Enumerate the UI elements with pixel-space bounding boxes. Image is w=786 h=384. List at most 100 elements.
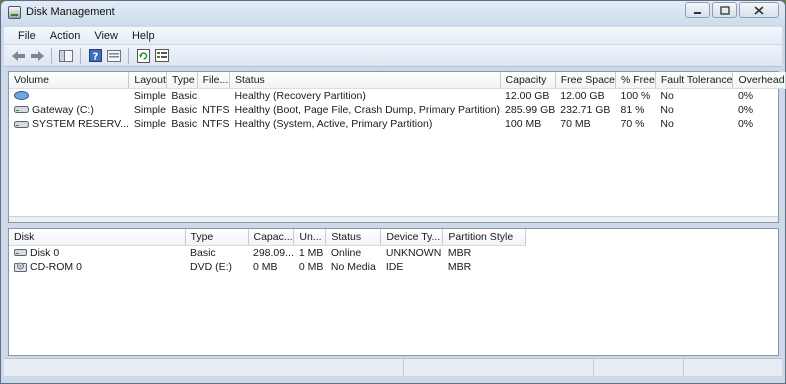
column-header-file-system[interactable]: File... — [197, 72, 231, 89]
volume-file-system: NTFS — [202, 103, 230, 116]
horizontal-scrollbar[interactable] — [9, 216, 778, 222]
volume-overhead: 0% — [737, 89, 754, 102]
disk-capacity: 298.09... — [253, 246, 294, 259]
cd-rom-icon — [14, 262, 27, 272]
drive-icon — [14, 106, 29, 114]
volume-file-system: NTFS — [202, 118, 230, 131]
volume-type: Basic — [171, 89, 198, 102]
maximize-button[interactable] — [712, 2, 737, 18]
disk-list-panel: Disk Type Capac... Un... Status Device T… — [8, 228, 779, 356]
column-header-layout[interactable]: Layout — [128, 72, 167, 89]
minimize-button[interactable] — [685, 2, 710, 18]
disk-management-app-icon — [8, 6, 21, 19]
disk-capacity: 0 MB — [253, 260, 278, 273]
volume-name: SYSTEM RESERV... — [32, 118, 129, 131]
console-tree-button[interactable] — [58, 48, 74, 64]
volume-blue-icon — [14, 91, 29, 101]
maximize-icon — [719, 5, 730, 15]
toolbar-separator — [128, 47, 129, 64]
status-bar-pane — [404, 359, 594, 376]
column-header-percent-free[interactable]: % Free — [615, 72, 656, 89]
column-header-disk[interactable]: Disk — [9, 229, 186, 246]
toolbar: ? — [4, 45, 782, 67]
svg-text:?: ? — [92, 52, 98, 63]
volume-row-gateway-c[interactable]: Gateway (C:) Simple Basic NTFS Healthy (… — [9, 103, 785, 118]
column-header-overhead[interactable]: Overhead — [732, 72, 786, 89]
column-header-volume[interactable]: Volume — [9, 72, 130, 89]
volume-percent-free: 70 % — [620, 118, 645, 131]
volume-table-header: Volume Layout Type File... Status Capaci… — [9, 72, 786, 89]
disk-partition-style: MBR — [447, 260, 472, 273]
title-bar[interactable]: Disk Management — [1, 1, 785, 25]
volume-status: Healthy (Boot, Page File, Crash Dump, Pr… — [234, 103, 501, 116]
volume-capacity: 100 MB — [505, 118, 542, 131]
back-button[interactable] — [10, 48, 26, 64]
refresh-button[interactable] — [135, 48, 151, 64]
export-list-button[interactable] — [154, 48, 170, 64]
column-header-status[interactable]: Status — [229, 72, 501, 89]
volume-capacity: 285.99 GB — [505, 103, 556, 116]
column-header-unallocated[interactable]: Un... — [293, 229, 327, 246]
menu-file[interactable]: File — [11, 30, 43, 42]
disk-status: No Media — [330, 260, 376, 273]
help-button[interactable]: ? — [87, 48, 103, 64]
status-bar-pane — [4, 359, 404, 376]
volume-table: Volume Layout Type File... Status Capaci… — [9, 72, 786, 132]
disk-icon — [14, 249, 27, 257]
column-header-fault-tolerance[interactable]: Fault Tolerance — [655, 72, 734, 89]
volume-row-system-reserved[interactable]: SYSTEM RESERV... Simple Basic NTFS Healt… — [9, 117, 785, 132]
disk-type: DVD (E:) — [190, 260, 232, 273]
back-icon — [11, 50, 25, 61]
disk-type: Basic — [190, 246, 216, 259]
volume-free-space: 70 MB — [560, 118, 591, 131]
volume-status: Healthy (System, Active, Primary Partiti… — [234, 118, 433, 131]
volume-free-space: 232.71 GB — [560, 103, 611, 116]
volume-type: Basic — [171, 103, 198, 116]
volume-layout: Simple — [133, 103, 166, 116]
volume-capacity: 12.00 GB — [505, 89, 550, 102]
column-header-free-space[interactable]: Free Space — [555, 72, 617, 89]
console-tree-icon — [59, 49, 73, 62]
column-header-device-type[interactable]: Device Ty... — [380, 229, 444, 246]
disk-name: Disk 0 — [30, 246, 60, 259]
forward-button[interactable] — [29, 48, 45, 64]
volume-layout: Simple — [133, 118, 166, 131]
close-button[interactable] — [739, 2, 779, 18]
volume-type: Basic — [171, 118, 198, 131]
close-icon — [754, 5, 764, 15]
menu-help[interactable]: Help — [125, 30, 162, 42]
window-controls — [685, 2, 779, 18]
toolbar-separator — [80, 47, 81, 64]
disk-row-disk-0[interactable]: Disk 0 Basic 298.09... 1 MB Online UNKNO… — [9, 245, 526, 260]
export-list-icon — [155, 49, 169, 62]
volume-row-recovery[interactable]: Simple Basic Healthy (Recovery Partition… — [9, 88, 785, 103]
disk-table: Disk Type Capac... Un... Status Device T… — [9, 229, 527, 275]
disk-name: CD-ROM 0 — [30, 260, 82, 273]
volume-layout: Simple — [133, 89, 166, 102]
volume-percent-free: 81 % — [620, 103, 645, 116]
volume-percent-free: 100 % — [620, 89, 651, 102]
disk-unallocated: 1 MB — [298, 246, 324, 259]
column-header-partition-style[interactable]: Partition Style — [442, 229, 527, 246]
volume-list-panel: Volume Layout Type File... Status Capaci… — [8, 71, 786, 223]
help-icon: ? — [88, 49, 102, 63]
minimize-icon — [694, 11, 701, 14]
properties-button[interactable] — [106, 48, 122, 64]
volume-status: Healthy (Recovery Partition) — [234, 89, 366, 102]
volume-fault-tolerance: No — [660, 103, 674, 116]
column-header-status[interactable]: Status — [325, 229, 382, 246]
disk-device-type: UNKNOWN — [385, 246, 442, 259]
column-header-capacity[interactable]: Capacity — [500, 72, 556, 89]
column-header-type[interactable]: Type — [185, 229, 249, 246]
toolbar-separator — [51, 47, 52, 64]
column-header-type[interactable]: Type — [166, 72, 198, 89]
volume-name: Gateway (C:) — [32, 103, 94, 116]
column-header-capacity[interactable]: Capac... — [248, 229, 295, 246]
disk-unallocated: 0 MB — [298, 260, 324, 273]
volume-fault-tolerance: No — [660, 118, 674, 131]
volume-file-system — [197, 88, 229, 103]
refresh-icon — [136, 48, 150, 63]
menu-view[interactable]: View — [87, 30, 125, 42]
disk-row-cd-rom-0[interactable]: CD-ROM 0 DVD (E:) 0 MB 0 MB No Media IDE… — [9, 260, 526, 275]
menu-action[interactable]: Action — [43, 30, 88, 42]
